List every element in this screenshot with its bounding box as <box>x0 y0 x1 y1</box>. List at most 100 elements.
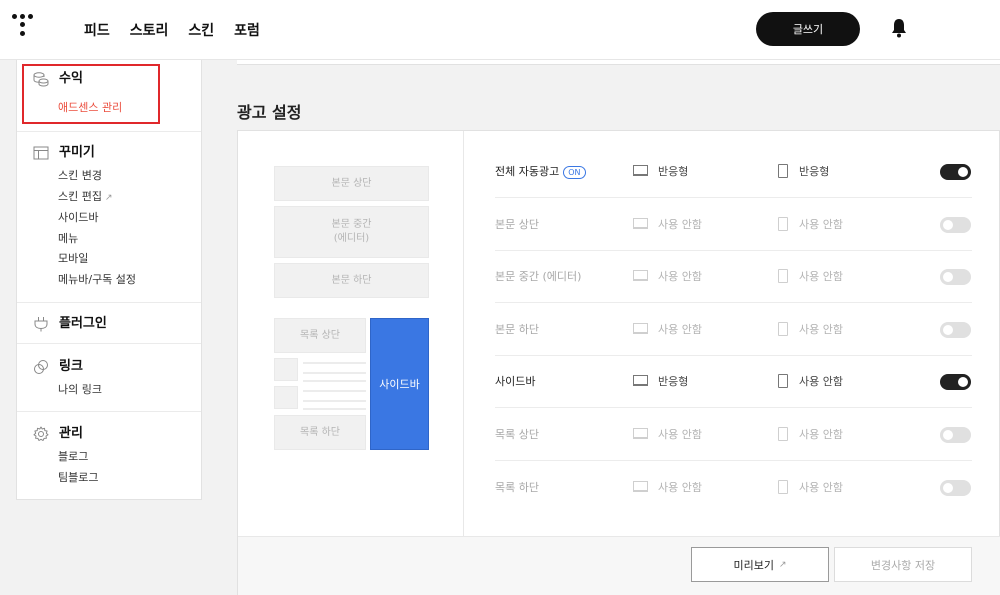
ad-row-body-top: 본문 상단 사용 안함 사용 안함 <box>495 199 972 251</box>
mobile-option-value: 사용 안함 <box>799 323 843 336</box>
list-bottom-toggle[interactable] <box>940 480 971 496</box>
mobile-option[interactable]: 사용 안함 <box>778 304 843 356</box>
preview-list-line <box>303 362 366 364</box>
body-bottom-toggle[interactable] <box>940 322 971 338</box>
mobile-option-value: 사용 안함 <box>799 375 843 388</box>
mobile-option-value: 반응형 <box>799 165 830 178</box>
preview-list-bottom: 목록 하단 <box>274 415 366 450</box>
menu-sidebar[interactable]: 사이드바 <box>17 208 201 229</box>
body-top-toggle[interactable] <box>940 217 971 233</box>
section-title: 광고 설정 <box>237 103 302 122</box>
mobile-option[interactable]: 사용 안함 <box>778 462 843 514</box>
menu-manage[interactable]: 관리 <box>17 422 201 446</box>
ad-row-body-bottom: 본문 하단 사용 안함 사용 안함 <box>495 304 972 356</box>
preview-body-middle: 본문 중간 (에디터) <box>274 206 429 258</box>
menu-team-blog[interactable]: 팀블로그 <box>17 468 201 489</box>
mobile-option[interactable]: 사용 안함 <box>778 251 843 303</box>
preview-button-label: 미리보기 <box>733 558 774 572</box>
tistory-logo[interactable] <box>12 14 34 40</box>
preview-body-bottom: 본문 하단 <box>274 263 429 298</box>
preview-body-top: 본문 상단 <box>274 166 429 201</box>
pc-option[interactable]: 사용 안함 <box>633 199 702 251</box>
top-bar: 피드 스토리 스킨 포럼 글쓰기 <box>0 0 1000 60</box>
ad-row-body-middle: 본문 중간 (에디터) 사용 안함 사용 안함 <box>495 251 972 303</box>
desktop-icon <box>633 428 648 439</box>
pc-option-value: 사용 안함 <box>658 323 702 336</box>
menu-blog[interactable]: 블로그 <box>17 447 201 468</box>
menu-plugin[interactable]: 플러그인 <box>17 312 201 336</box>
admin-sidebar: 수익 애드센스 관리 꾸미기 스킨 변경 스킨 편집 ↗ 사이드바 메뉴 모바일 … <box>16 60 202 500</box>
pc-option-value: 사용 안함 <box>658 428 702 441</box>
menu-group-plugin: 플러그인 <box>17 303 201 344</box>
menu-group-manage: 관리 블로그 팀블로그 <box>17 412 201 488</box>
menu-my-links[interactable]: 나의 링크 <box>17 380 201 401</box>
ad-row-label: 사이드바 <box>495 375 536 388</box>
ad-row-list-top: 목록 상단 사용 안함 사용 안함 <box>495 409 972 461</box>
preview-list-line <box>303 372 366 374</box>
desktop-icon <box>633 270 648 281</box>
save-changes-button[interactable]: 변경사항 저장 <box>834 547 972 582</box>
layout-icon <box>33 146 49 160</box>
preview-list-top: 목록 상단 <box>274 318 366 353</box>
nav-feed[interactable]: 피드 <box>84 20 110 40</box>
menu-decorate-label: 꾸미기 <box>59 145 95 160</box>
list-top-toggle[interactable] <box>940 427 971 443</box>
menu-decorate[interactable]: 꾸미기 <box>17 141 201 165</box>
menu-manage-label: 관리 <box>59 426 83 441</box>
menu-revenue[interactable]: 수익 <box>17 67 201 91</box>
mobile-option[interactable]: 반응형 <box>778 146 829 198</box>
pc-option[interactable]: 사용 안함 <box>633 462 702 514</box>
ad-row-sidebar: 사이드바 반응형 사용 안함 <box>495 356 972 408</box>
gear-icon <box>33 426 49 441</box>
menu-group-decorate: 꾸미기 스킨 변경 스킨 편집 ↗ 사이드바 메뉴 모바일 메뉴바/구독 설정 <box>17 132 201 303</box>
menu-mobile[interactable]: 모바일 <box>17 249 201 270</box>
mobile-option-value: 사용 안함 <box>799 481 843 494</box>
pc-option-value: 사용 안함 <box>658 218 702 231</box>
pc-option[interactable]: 사용 안함 <box>633 304 702 356</box>
mobile-icon <box>778 427 788 441</box>
mobile-option[interactable]: 사용 안함 <box>778 409 843 461</box>
ad-row-label-text: 전체 자동광고 <box>495 165 560 178</box>
desktop-icon <box>633 218 648 229</box>
external-link-icon: ↗ <box>778 559 787 570</box>
menu-link[interactable]: 링크 <box>17 355 201 379</box>
nav-skin[interactable]: 스킨 <box>188 20 214 40</box>
mobile-icon <box>778 480 788 494</box>
ad-row-label: 본문 상단 <box>495 218 539 231</box>
preview-button[interactable]: 미리보기 ↗ <box>691 547 829 582</box>
mobile-icon <box>778 217 788 231</box>
menu-menu[interactable]: 메뉴 <box>17 229 201 250</box>
mobile-option[interactable]: 사용 안함 <box>778 356 843 408</box>
menu-skin-edit[interactable]: 스킨 편집 ↗ <box>17 187 201 209</box>
menu-adsense[interactable]: 애드센스 관리 <box>17 98 201 119</box>
preview-list-line <box>303 400 366 402</box>
menu-menubar-subscribe[interactable]: 메뉴바/구독 설정 <box>17 270 201 291</box>
link-icon <box>34 360 48 374</box>
menu-skin-change[interactable]: 스킨 변경 <box>17 166 201 187</box>
on-badge: ON <box>563 165 586 179</box>
pc-option-value: 사용 안함 <box>658 481 702 494</box>
mobile-option-value: 사용 안함 <box>799 428 843 441</box>
pc-option[interactable]: 사용 안함 <box>633 409 702 461</box>
pc-option[interactable]: 반응형 <box>633 146 688 198</box>
sidebar-ad-toggle[interactable] <box>940 374 971 390</box>
desktop-icon <box>633 165 648 176</box>
mobile-option[interactable]: 사용 안함 <box>778 199 843 251</box>
pc-option[interactable]: 사용 안함 <box>633 251 702 303</box>
external-link-icon: ↗ <box>104 192 113 203</box>
bell-icon[interactable] <box>891 18 907 38</box>
auto-ad-toggle[interactable] <box>940 164 971 180</box>
ad-row-label: 목록 상단 <box>495 428 539 441</box>
desktop-icon <box>633 375 648 386</box>
body-middle-toggle[interactable] <box>940 269 971 285</box>
ad-row-list-bottom: 목록 하단 사용 안함 사용 안함 <box>495 462 972 514</box>
write-button[interactable]: 글쓰기 <box>756 12 860 46</box>
pc-option[interactable]: 반응형 <box>633 356 688 408</box>
panel-divider <box>463 131 464 536</box>
ad-row-label: 본문 중간 (에디터) <box>495 270 582 283</box>
mobile-icon <box>778 322 788 336</box>
nav-forum[interactable]: 포럼 <box>234 20 260 40</box>
mobile-icon <box>778 164 788 178</box>
ad-row-label: 본문 하단 <box>495 323 539 336</box>
nav-story[interactable]: 스토리 <box>130 20 169 40</box>
